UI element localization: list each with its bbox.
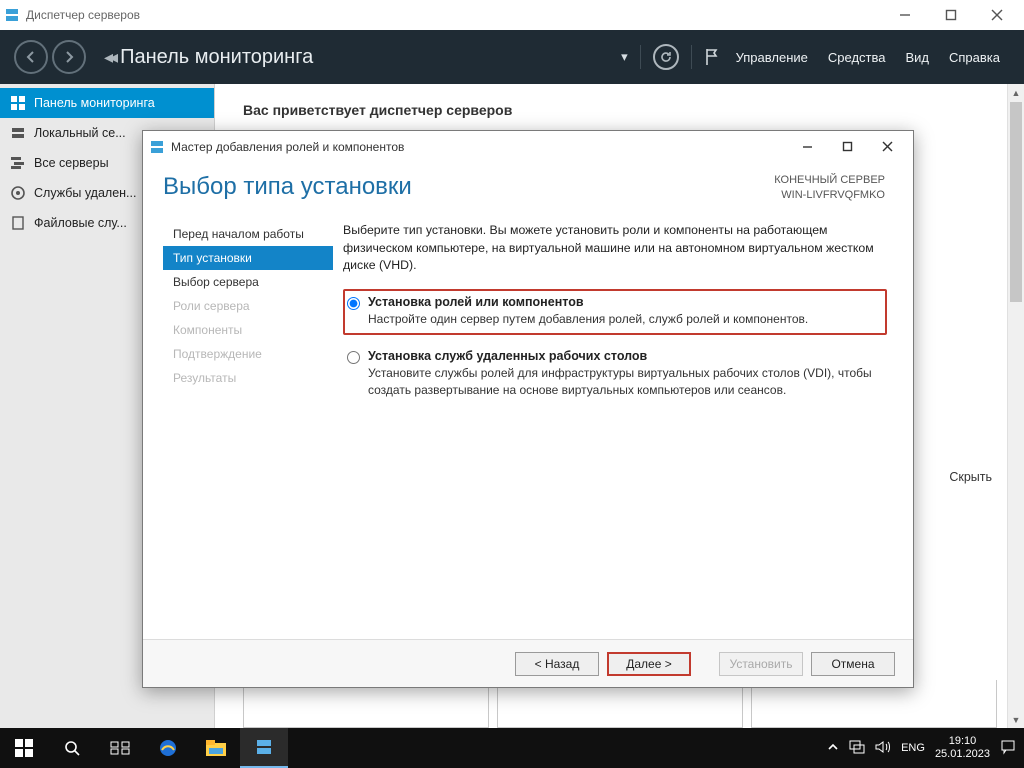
servers-icon bbox=[10, 155, 26, 171]
window-title: Диспетчер серверов bbox=[26, 8, 140, 22]
wizard-step-before-you-begin[interactable]: Перед началом работы bbox=[163, 222, 333, 246]
option-radio[interactable] bbox=[347, 297, 360, 310]
taskbar-app-explorer[interactable] bbox=[192, 728, 240, 768]
option-title: Установка служб удаленных рабочих столов bbox=[368, 349, 879, 363]
next-button[interactable]: Далее > bbox=[607, 652, 691, 676]
scroll-down-arrow-icon[interactable]: ▼ bbox=[1008, 711, 1024, 728]
scrollbar-thumb[interactable] bbox=[1010, 102, 1022, 302]
network-icon[interactable] bbox=[849, 740, 865, 757]
step-label: Роли сервера bbox=[173, 299, 250, 313]
button-label: Далее > bbox=[626, 657, 672, 671]
wizard-step-confirmation: Подтверждение bbox=[163, 342, 333, 366]
option-role-based-install[interactable]: Установка ролей или компонентов Настройт… bbox=[343, 289, 887, 335]
wizard-minimize-button[interactable] bbox=[787, 133, 827, 161]
step-label: Тип установки bbox=[173, 251, 252, 265]
header-bar: ◂◂ Панель мониторинга ▾ Управление Средс… bbox=[0, 30, 1024, 84]
menu-view[interactable]: Вид bbox=[905, 50, 929, 65]
cancel-button[interactable]: Отмена bbox=[811, 652, 895, 676]
sidebar-item-dashboard[interactable]: Панель мониторинга bbox=[0, 88, 214, 118]
wizard-close-button[interactable] bbox=[867, 133, 907, 161]
notifications-flag-icon[interactable] bbox=[704, 48, 720, 66]
refresh-button[interactable] bbox=[653, 44, 679, 70]
welcome-heading: Вас приветствует диспетчер серверов bbox=[243, 102, 996, 118]
server-label: КОНЕЧНЫЙ СЕРВЕР bbox=[774, 173, 885, 188]
breadcrumb-chevron-icon: ◂◂ bbox=[104, 47, 114, 68]
step-label: Результаты bbox=[173, 371, 236, 385]
clock-time: 19:10 bbox=[935, 735, 990, 748]
menu-manage[interactable]: Управление bbox=[736, 50, 808, 65]
wizard-footer: < Назад Далее > Установить Отмена bbox=[143, 639, 913, 687]
wizard-maximize-button[interactable] bbox=[827, 133, 867, 161]
option-description: Настройте один сервер путем добавления р… bbox=[368, 311, 808, 327]
remote-icon bbox=[10, 185, 26, 201]
menu-help[interactable]: Справка bbox=[949, 50, 1000, 65]
page-title: Панель мониторинга bbox=[120, 46, 313, 69]
wizard-content: Выберите тип установки. Вы можете устано… bbox=[333, 222, 913, 639]
taskbar-app-ie[interactable] bbox=[144, 728, 192, 768]
files-icon bbox=[10, 215, 26, 231]
wizard-icon bbox=[149, 139, 165, 155]
wizard-intro-text: Выберите тип установки. Вы можете устано… bbox=[343, 222, 887, 275]
sidebar-item-label: Панель мониторинга bbox=[34, 96, 155, 110]
app-icon bbox=[4, 7, 20, 23]
option-radio[interactable] bbox=[347, 351, 360, 364]
dashboard-icon bbox=[10, 95, 26, 111]
clock[interactable]: 19:10 25.01.2023 bbox=[935, 735, 990, 761]
action-center-icon[interactable] bbox=[1000, 739, 1016, 758]
install-button: Установить bbox=[719, 652, 803, 676]
nav-back-button[interactable] bbox=[14, 40, 48, 74]
taskbar: ENG 19:10 25.01.2023 bbox=[0, 728, 1024, 768]
system-tray: ENG 19:10 25.01.2023 bbox=[819, 735, 1024, 761]
hide-link[interactable]: Скрыть bbox=[949, 470, 992, 484]
scroll-up-arrow-icon[interactable]: ▲ bbox=[1008, 84, 1024, 101]
volume-icon[interactable] bbox=[875, 740, 891, 757]
option-remote-desktop-install[interactable]: Установка служб удаленных рабочих столов… bbox=[343, 343, 887, 405]
search-button[interactable] bbox=[48, 728, 96, 768]
button-label: < Назад bbox=[535, 657, 580, 671]
tray-chevron-up-icon[interactable] bbox=[827, 741, 839, 756]
option-title: Установка ролей или компонентов bbox=[368, 295, 808, 309]
dropdown-caret-icon[interactable]: ▾ bbox=[621, 49, 628, 65]
nav-forward-button[interactable] bbox=[52, 40, 86, 74]
window-titlebar: Диспетчер серверов bbox=[0, 0, 1024, 30]
server-name: WIN-LIVFRVQFMKO bbox=[774, 188, 885, 203]
maximize-button[interactable] bbox=[928, 0, 974, 30]
wizard-heading: Выбор типа установки bbox=[163, 173, 412, 201]
minimize-button[interactable] bbox=[882, 0, 928, 30]
wizard-header: Выбор типа установки КОНЕЧНЫЙ СЕРВЕР WIN… bbox=[143, 163, 913, 210]
destination-server-label: КОНЕЧНЫЙ СЕРВЕР WIN-LIVFRVQFMKO bbox=[774, 173, 885, 204]
option-description: Установите службы ролей для инфраструкту… bbox=[368, 365, 879, 397]
wizard-nav: Перед началом работы Тип установки Выбор… bbox=[143, 222, 333, 639]
sidebar-item-label: Файловые слу... bbox=[34, 216, 127, 230]
clock-date: 25.01.2023 bbox=[935, 748, 990, 761]
add-roles-wizard-dialog: Мастер добавления ролей и компонентов Вы… bbox=[142, 130, 914, 688]
server-icon bbox=[10, 125, 26, 141]
sidebar-item-label: Локальный се... bbox=[34, 126, 126, 140]
wizard-titlebar: Мастер добавления ролей и компонентов bbox=[143, 131, 913, 163]
vertical-scrollbar[interactable]: ▲ ▼ bbox=[1007, 84, 1024, 728]
button-label: Установить bbox=[730, 657, 793, 671]
start-button[interactable] bbox=[0, 728, 48, 768]
back-button[interactable]: < Назад bbox=[515, 652, 599, 676]
button-label: Отмена bbox=[831, 657, 874, 671]
wizard-step-server-selection[interactable]: Выбор сервера bbox=[163, 270, 333, 294]
step-label: Выбор сервера bbox=[173, 275, 259, 289]
menu-tools[interactable]: Средства bbox=[828, 50, 886, 65]
step-label: Компоненты bbox=[173, 323, 242, 337]
taskbar-app-server-manager[interactable] bbox=[240, 728, 288, 768]
sidebar-item-label: Все серверы bbox=[34, 156, 109, 170]
wizard-step-server-roles: Роли сервера bbox=[163, 294, 333, 318]
step-label: Подтверждение bbox=[173, 347, 262, 361]
language-indicator[interactable]: ENG bbox=[901, 742, 925, 754]
wizard-step-installation-type[interactable]: Тип установки bbox=[163, 246, 333, 270]
wizard-title: Мастер добавления ролей и компонентов bbox=[171, 140, 404, 154]
wizard-step-features: Компоненты bbox=[163, 318, 333, 342]
wizard-step-results: Результаты bbox=[163, 366, 333, 390]
step-label: Перед началом работы bbox=[173, 227, 304, 241]
task-view-button[interactable] bbox=[96, 728, 144, 768]
wizard-body: Перед началом работы Тип установки Выбор… bbox=[143, 210, 913, 639]
sidebar-item-label: Службы удален... bbox=[34, 186, 136, 200]
close-button[interactable] bbox=[974, 0, 1020, 30]
